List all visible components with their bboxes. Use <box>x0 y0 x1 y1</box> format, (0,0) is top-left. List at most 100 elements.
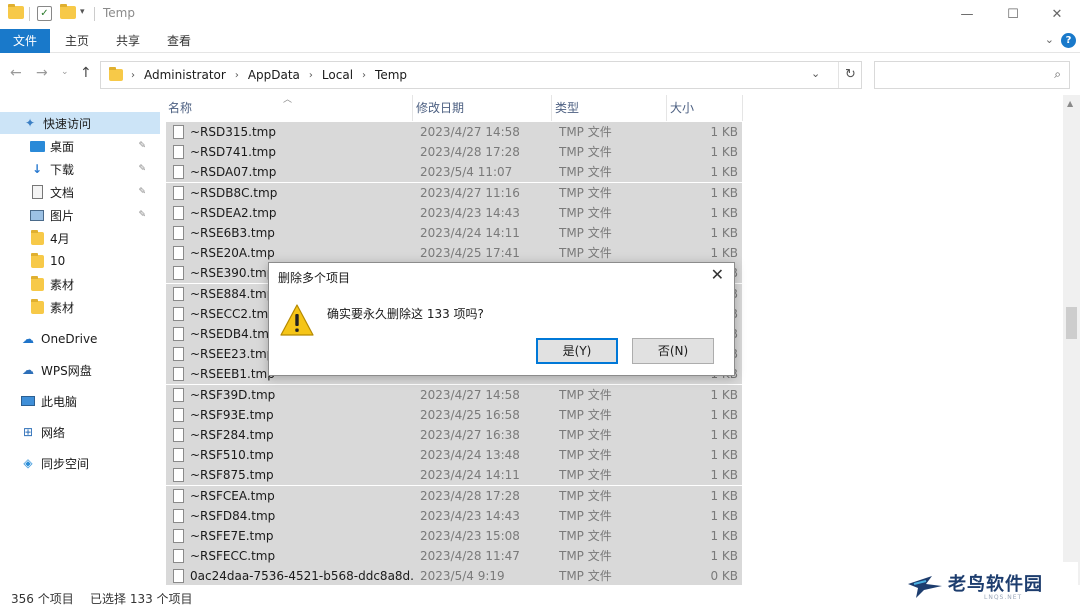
file-icon <box>173 407 184 422</box>
breadcrumb-item[interactable]: AppData <box>248 68 300 82</box>
table-row[interactable]: ~RSE6B3.tmp 2023/4/24 14:11 TMP 文件 1 KB <box>166 223 742 243</box>
table-row[interactable]: ~RSF510.tmp 2023/4/24 13:48 TMP 文件 1 KB <box>166 445 742 466</box>
tab-file[interactable]: 文件 <box>0 29 50 53</box>
table-row[interactable]: ~RSFD84.tmp 2023/4/23 14:43 TMP 文件 1 KB <box>166 505 742 526</box>
file-type: TMP 文件 <box>559 145 612 160</box>
file-size: 1 KB <box>710 226 738 240</box>
sidebar-item-folder[interactable]: 素材 <box>0 273 160 295</box>
sidebar-item-pictures[interactable]: 图片 ✎ <box>0 204 160 226</box>
no-button[interactable]: 否(N) <box>632 338 714 364</box>
recent-locations-icon[interactable]: ⌄ <box>61 67 69 77</box>
pin-icon[interactable]: ✎ <box>138 164 146 174</box>
tab-view[interactable]: 查看 <box>158 29 200 53</box>
table-row[interactable]: ~RSDB8C.tmp 2023/4/27 11:16 TMP 文件 1 KB <box>166 182 742 203</box>
maximize-button[interactable]: ☐ <box>990 0 1036 29</box>
yes-button[interactable]: 是(Y) <box>536 338 618 364</box>
table-row[interactable]: ~RSFECC.tmp 2023/4/28 11:47 TMP 文件 1 KB <box>166 546 742 567</box>
star-icon: ✦ <box>24 116 36 130</box>
sidebar-item-documents[interactable]: 文档 ✎ <box>0 181 160 203</box>
address-bar[interactable]: › Administrator › AppData › Local › Temp… <box>100 61 862 89</box>
breadcrumb-item[interactable]: Local <box>322 68 353 82</box>
up-arrow-icon[interactable]: ↑ <box>80 65 92 81</box>
table-row[interactable]: ~RSFCEA.tmp 2023/4/28 17:28 TMP 文件 1 KB <box>166 485 742 506</box>
pin-icon[interactable]: ✎ <box>138 141 146 151</box>
file-name-text: ~RSF39D.tmp <box>190 387 276 402</box>
help-icon[interactable]: ? <box>1061 33 1076 48</box>
pin-icon[interactable]: ✎ <box>138 210 146 220</box>
file-type: TMP 文件 <box>559 246 612 261</box>
file-name: ~RSF875.tmp <box>173 465 413 485</box>
file-date: 2023/5/4 9:19 <box>420 569 505 584</box>
sidebar-item-folder[interactable]: 素材 <box>0 296 160 318</box>
dialog-close-button[interactable]: ✕ <box>711 265 724 284</box>
table-row[interactable]: ~RSF284.tmp 2023/4/27 16:38 TMP 文件 1 KB <box>166 425 742 445</box>
table-row[interactable]: ~RSF39D.tmp 2023/4/27 14:58 TMP 文件 1 KB <box>166 384 742 405</box>
breadcrumb-item[interactable]: Administrator <box>144 68 226 82</box>
file-type: TMP 文件 <box>559 185 612 200</box>
item-count: 356 个项目 <box>11 592 74 606</box>
table-row[interactable]: ~RSE20A.tmp 2023/4/25 17:41 TMP 文件 1 KB <box>166 243 742 264</box>
file-size: 1 KB <box>710 448 738 463</box>
tab-home[interactable]: 主页 <box>56 29 98 53</box>
sidebar-item-onedrive[interactable]: ☁ OneDrive <box>0 328 160 350</box>
sidebar-item-wps-drive[interactable]: ☁ WPS网盘 <box>0 359 160 381</box>
file-type: TMP 文件 <box>559 549 612 564</box>
table-row[interactable]: ~RSFE7E.tmp 2023/4/23 15:08 TMP 文件 1 KB <box>166 526 742 546</box>
column-type[interactable]: 类型 <box>552 95 667 121</box>
pin-icon[interactable]: ✎ <box>138 187 146 197</box>
table-row[interactable]: ~RSDA07.tmp 2023/5/4 11:07 TMP 文件 1 KB <box>166 162 742 183</box>
file-icon <box>173 327 184 341</box>
column-date[interactable]: 修改日期 <box>413 95 552 121</box>
scrollbar-thumb[interactable] <box>1066 307 1077 339</box>
file-icon <box>173 226 184 240</box>
table-row[interactable]: ~RSD315.tmp 2023/4/27 14:58 TMP 文件 1 KB <box>166 122 742 142</box>
search-input[interactable]: ⌕ <box>874 61 1070 89</box>
scroll-up-icon[interactable]: ▲ <box>1067 99 1073 108</box>
vertical-scrollbar[interactable]: ▲ <box>1063 95 1080 585</box>
file-date: 2023/4/24 14:11 <box>420 226 520 240</box>
sidebar-item-quick-access[interactable]: ✦ 快速访问 <box>0 112 160 134</box>
file-icon <box>173 185 184 200</box>
tab-share[interactable]: 共享 <box>107 29 149 53</box>
table-row[interactable]: ~RSF93E.tmp 2023/4/25 16:58 TMP 文件 1 KB <box>166 404 742 425</box>
table-row[interactable]: ~RSDEA2.tmp 2023/4/23 14:43 TMP 文件 1 KB <box>166 202 742 223</box>
sidebar-item-folder[interactable]: 4月 <box>0 227 160 249</box>
refresh-icon[interactable]: ↻ <box>838 62 862 88</box>
file-icon <box>173 508 184 523</box>
dialog-message: 确实要永久删除这 133 项吗? <box>327 307 484 321</box>
forward-arrow-icon[interactable]: → <box>36 65 48 81</box>
cloud-icon: ☁ <box>22 332 34 346</box>
close-button[interactable]: ✕ <box>1034 0 1080 29</box>
sidebar-item-label: 此电脑 <box>41 394 78 409</box>
table-row[interactable]: ~RSD741.tmp 2023/4/28 17:28 TMP 文件 1 KB <box>166 142 742 163</box>
file-date: 2023/4/25 17:41 <box>420 246 520 261</box>
sidebar-item-sync-space[interactable]: ◈ 同步空间 <box>0 452 160 474</box>
table-row[interactable]: ~RSF875.tmp 2023/4/24 14:11 TMP 文件 1 KB <box>166 465 742 486</box>
chevron-down-icon[interactable]: ⌄ <box>1045 33 1054 46</box>
back-arrow-icon[interactable]: ← <box>10 65 22 81</box>
sidebar-item-desktop[interactable]: 桌面 ✎ <box>0 135 160 157</box>
sidebar-item-this-pc[interactable]: 此电脑 <box>0 390 160 412</box>
sidebar-item-label: OneDrive <box>41 332 98 346</box>
table-row[interactable]: 0ac24daa-7536-4521-b568-ddc8a8d... 2023/5… <box>166 566 742 585</box>
computer-icon <box>20 393 36 409</box>
properties-icon[interactable]: ✓ <box>37 6 52 21</box>
column-size[interactable]: 大小 <box>667 95 743 121</box>
sidebar-item-folder[interactable]: 10 <box>0 250 160 272</box>
chevron-right-icon: › <box>131 69 135 81</box>
file-name-text: ~RSECC2.tmp <box>190 306 276 321</box>
selection-count: 已选择 133 个项目 <box>90 592 193 606</box>
column-name[interactable]: 名称 <box>165 95 413 121</box>
new-folder-icon[interactable] <box>60 4 76 22</box>
file-size: 1 KB <box>710 387 738 402</box>
divider <box>29 7 30 21</box>
sidebar-item-network[interactable]: ⊞ 网络 <box>0 421 160 443</box>
customize-toolbar-icon[interactable]: ▾ <box>80 7 85 23</box>
file-date: 2023/4/28 11:47 <box>420 549 520 564</box>
breadcrumb-item[interactable]: Temp <box>375 68 407 82</box>
minimize-button[interactable]: — <box>944 0 990 29</box>
chevron-down-icon[interactable]: ⌄ <box>811 67 820 80</box>
file-size: 0 KB <box>710 569 738 584</box>
sidebar-item-downloads[interactable]: ↓ 下载 ✎ <box>0 158 160 180</box>
file-name-text: ~RSDA07.tmp <box>190 165 277 180</box>
